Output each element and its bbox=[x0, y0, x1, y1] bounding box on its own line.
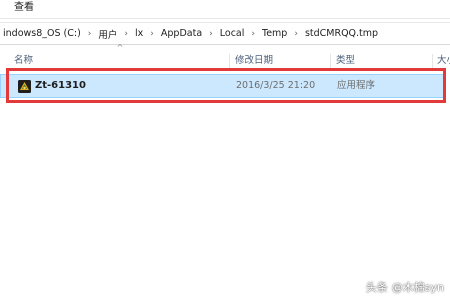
chevron-right-icon[interactable]: › bbox=[84, 29, 96, 39]
chevron-right-icon[interactable]: › bbox=[290, 29, 302, 39]
breadcrumb-users[interactable]: 用户 bbox=[95, 27, 120, 41]
breadcrumb-local[interactable]: Local bbox=[217, 28, 248, 39]
address-bar[interactable]: indows8_OS (C:) › 用户 › lx › AppData › Lo… bbox=[0, 22, 450, 45]
watermark: 头条 @木棉syn bbox=[366, 278, 444, 296]
chevron-right-icon[interactable]: › bbox=[146, 29, 158, 39]
breadcrumb-temp[interactable]: Temp bbox=[259, 28, 290, 39]
ribbon-divider bbox=[0, 18, 450, 19]
breadcrumb-drive[interactable]: indows8_OS (C:) bbox=[0, 28, 84, 39]
sort-ascending-icon: ^ bbox=[116, 43, 124, 52]
tab-view[interactable]: 查看 bbox=[14, 0, 34, 16]
chevron-right-icon[interactable]: › bbox=[247, 29, 259, 39]
breadcrumb-user[interactable]: lx bbox=[132, 28, 146, 39]
watermark-brand: 头条 bbox=[365, 281, 388, 294]
annotation-highlight-box bbox=[6, 68, 446, 103]
breadcrumb-appdata[interactable]: AppData bbox=[158, 28, 205, 39]
chevron-right-icon[interactable]: › bbox=[205, 29, 217, 39]
breadcrumb-current-folder[interactable]: stdCMRQQ.tmp bbox=[302, 28, 381, 39]
chevron-right-icon[interactable]: › bbox=[120, 29, 132, 39]
watermark-author: @木棉syn bbox=[391, 281, 444, 294]
